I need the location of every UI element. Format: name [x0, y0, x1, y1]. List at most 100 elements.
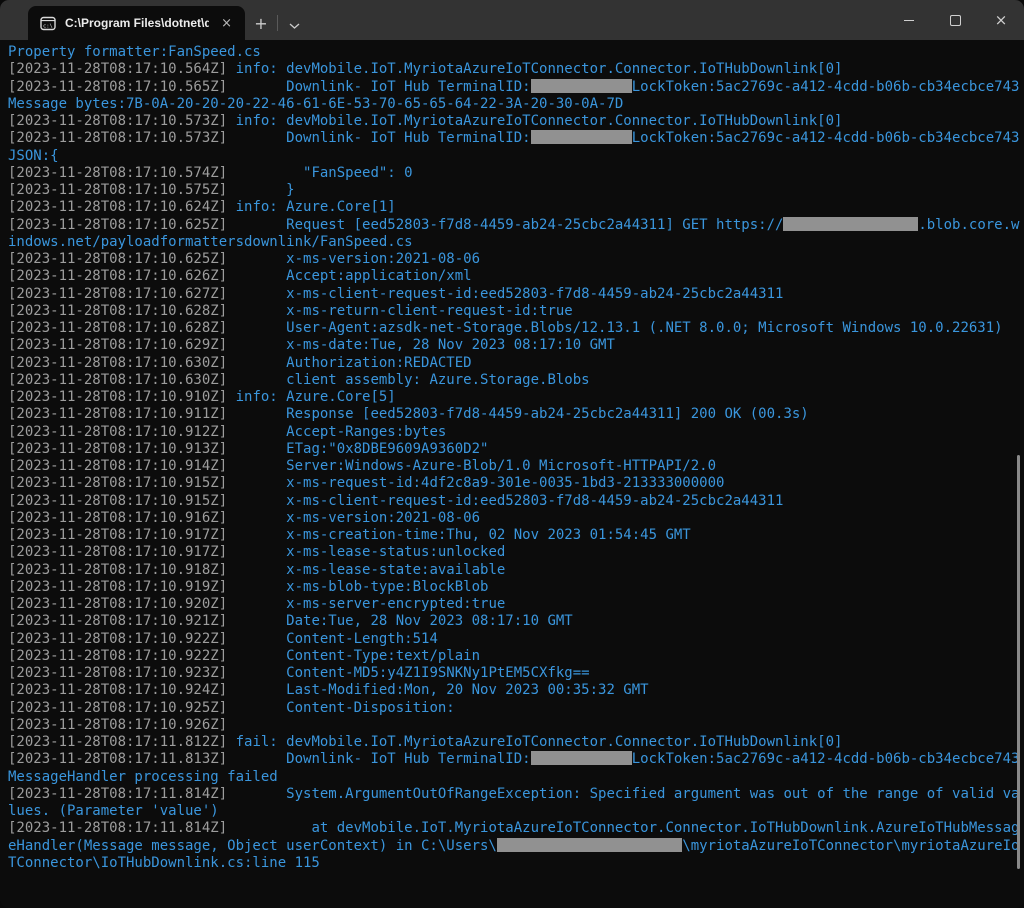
log-timestamp: [2023-11-28T08:17:10.916Z]	[8, 510, 227, 526]
log-timestamp: [2023-11-28T08:17:10.911Z]	[8, 406, 227, 422]
terminal-line: [2023-11-28T08:17:10.625Z] Request [eed5…	[8, 217, 1024, 234]
log-timestamp: [2023-11-28T08:17:10.910Z]	[8, 389, 227, 405]
terminal-line: [2023-11-28T08:17:10.915Z] x-ms-client-r…	[8, 493, 1024, 510]
log-timestamp: [2023-11-28T08:17:10.624Z]	[8, 199, 227, 215]
caption-buttons: ×	[886, 0, 1024, 40]
log-timestamp: [2023-11-28T08:17:10.626Z]	[8, 268, 227, 284]
terminal-window: c:\ C:\Program Files\dotnet\dotn × + × P…	[0, 0, 1024, 908]
terminal-line: [2023-11-28T08:17:10.630Z] Authorization…	[8, 355, 1024, 372]
log-timestamp: [2023-11-28T08:17:10.564Z]	[8, 61, 227, 77]
log-timestamp: [2023-11-28T08:17:10.912Z]	[8, 424, 227, 440]
terminal-line: [2023-11-28T08:17:11.814Z] System.Argume…	[8, 786, 1024, 803]
log-text: Response [eed52803-f7d8-4459-ab24-25cbc2…	[227, 406, 809, 422]
terminal-line: [2023-11-28T08:17:10.922Z] Content-Type:…	[8, 648, 1024, 665]
log-timestamp: [2023-11-28T08:17:10.915Z]	[8, 475, 227, 491]
log-text: eHandler(Message message, Object userCon…	[8, 838, 497, 854]
terminal-line: [2023-11-28T08:17:10.921Z] Date:Tue, 28 …	[8, 613, 1024, 630]
log-text: info: Azure.Core[1]	[227, 199, 396, 215]
terminal-line: Property formatter:FanSpeed.cs	[8, 44, 1024, 61]
log-timestamp: [2023-11-28T08:17:11.814Z]	[8, 786, 227, 802]
log-text: Message bytes:7B-0A-20-20-20-22-46-61-6E…	[8, 96, 623, 112]
scrollbar-thumb[interactable]	[1017, 455, 1020, 869]
log-text: Content-Type:text/plain	[227, 648, 480, 664]
maximize-button[interactable]	[932, 0, 978, 40]
log-text: JSON:{	[8, 148, 59, 164]
log-text: at devMobile.IoT.MyriotaAzureIoTConnecto…	[227, 820, 1019, 836]
titlebar[interactable]: c:\ C:\Program Files\dotnet\dotn × + ×	[0, 0, 1024, 40]
log-text: Downlink- IoT Hub TerminalID:	[227, 751, 530, 767]
log-timestamp: [2023-11-28T08:17:10.921Z]	[8, 613, 227, 629]
terminal-line: [2023-11-28T08:17:10.628Z] x-ms-return-c…	[8, 303, 1024, 320]
log-timestamp: [2023-11-28T08:17:11.812Z]	[8, 734, 227, 750]
maximize-icon	[950, 15, 961, 26]
log-text: System.ArgumentOutOfRangeException: Spec…	[227, 786, 1019, 802]
log-text: Downlink- IoT Hub TerminalID:	[227, 130, 530, 146]
log-text: x-ms-return-client-request-id:true	[227, 303, 573, 319]
log-text: x-ms-server-encrypted:true	[227, 596, 505, 612]
terminal-line: [2023-11-28T08:17:10.575Z] }	[8, 182, 1024, 199]
terminal-line: JSON:{	[8, 148, 1024, 165]
terminal-line: [2023-11-28T08:17:10.626Z] Accept:applic…	[8, 268, 1024, 285]
terminal-line: [2023-11-28T08:17:10.624Z] info: Azure.C…	[8, 199, 1024, 216]
log-text: }	[227, 182, 294, 198]
terminal-line: [2023-11-28T08:17:10.627Z] x-ms-client-r…	[8, 286, 1024, 303]
log-timestamp: [2023-11-28T08:17:10.573Z]	[8, 113, 227, 129]
tab-close-icon[interactable]: ×	[218, 16, 235, 31]
log-timestamp: [2023-11-28T08:17:10.915Z]	[8, 493, 227, 509]
log-timestamp: [2023-11-28T08:17:10.565Z]	[8, 79, 227, 95]
new-tab-button[interactable]: +	[245, 6, 277, 40]
terminal-line: [2023-11-28T08:17:10.911Z] Response [eed…	[8, 406, 1024, 423]
log-text: User-Agent:azsdk-net-Storage.Blobs/12.13…	[227, 320, 1002, 336]
terminal-line: [2023-11-28T08:17:11.812Z] fail: devMobi…	[8, 734, 1024, 751]
log-text: Server:Windows-Azure-Blob/1.0 Microsoft-…	[227, 458, 716, 474]
log-text: x-ms-request-id:4df2c8a9-301e-0035-1bd3-…	[227, 475, 724, 491]
log-text: Content-MD5:y4Z1I9SNKNy1PtEM5CXfkg==	[227, 665, 589, 681]
redaction-box	[531, 130, 632, 144]
terminal-viewport[interactable]: Property formatter:FanSpeed.cs[2023-11-2…	[0, 40, 1024, 908]
log-text: x-ms-blob-type:BlockBlob	[227, 579, 488, 595]
close-icon: ×	[995, 13, 1008, 28]
log-timestamp: [2023-11-28T08:17:11.813Z]	[8, 751, 227, 767]
log-timestamp: [2023-11-28T08:17:10.627Z]	[8, 286, 227, 302]
terminal-line: eHandler(Message message, Object userCon…	[8, 838, 1024, 855]
log-text: info: devMobile.IoT.MyriotaAzureIoTConne…	[227, 113, 842, 129]
log-text: info: Azure.Core[5]	[227, 389, 396, 405]
log-timestamp: [2023-11-28T08:17:10.919Z]	[8, 579, 227, 595]
terminal-line: [2023-11-28T08:17:11.814Z] at devMobile.…	[8, 820, 1024, 837]
log-text: info: devMobile.IoT.MyriotaAzureIoTConne…	[227, 61, 842, 77]
log-timestamp: [2023-11-28T08:17:10.625Z]	[8, 217, 227, 233]
log-timestamp: [2023-11-28T08:17:10.917Z]	[8, 544, 227, 560]
terminal-line: [2023-11-28T08:17:10.628Z] User-Agent:az…	[8, 320, 1024, 337]
log-text: \myriotaAzureIoTConnector\myriotaAzureIo	[682, 838, 1019, 854]
terminal-line: [2023-11-28T08:17:10.573Z] info: devMobi…	[8, 113, 1024, 130]
minimize-button[interactable]	[886, 0, 932, 40]
terminal-line: [2023-11-28T08:17:10.918Z] x-ms-lease-st…	[8, 562, 1024, 579]
terminal-line: [2023-11-28T08:17:10.912Z] Accept-Ranges…	[8, 424, 1024, 441]
log-timestamp: [2023-11-28T08:17:10.625Z]	[8, 251, 227, 267]
terminal-line: [2023-11-28T08:17:10.917Z] x-ms-lease-st…	[8, 544, 1024, 561]
tab-dotnet[interactable]: c:\ C:\Program Files\dotnet\dotn ×	[28, 6, 245, 40]
terminal-line: [2023-11-28T08:17:11.813Z] Downlink- IoT…	[8, 751, 1024, 768]
log-text: LockToken:5ac2769c-a412-4cdd-b06b-cb34ec…	[632, 751, 1020, 767]
log-text: lues. (Parameter 'value')	[8, 803, 219, 819]
log-timestamp: [2023-11-28T08:17:10.573Z]	[8, 130, 227, 146]
log-text: Last-Modified:Mon, 20 Nov 2023 00:35:32 …	[227, 682, 648, 698]
tab-dropdown-button[interactable]	[278, 6, 310, 40]
log-timestamp: [2023-11-28T08:17:10.920Z]	[8, 596, 227, 612]
terminal-line: [2023-11-28T08:17:10.926Z]	[8, 717, 1024, 734]
log-timestamp: [2023-11-28T08:17:10.925Z]	[8, 700, 227, 716]
log-timestamp: [2023-11-28T08:17:10.922Z]	[8, 631, 227, 647]
log-text: x-ms-client-request-id:eed52803-f7d8-445…	[227, 286, 783, 302]
terminal-line: [2023-11-28T08:17:10.916Z] x-ms-version:…	[8, 510, 1024, 527]
log-text: Date:Tue, 28 Nov 2023 08:17:10 GMT	[227, 613, 573, 629]
log-timestamp: [2023-11-28T08:17:10.628Z]	[8, 320, 227, 336]
terminal-line: [2023-11-28T08:17:10.629Z] x-ms-date:Tue…	[8, 337, 1024, 354]
log-text: LockToken:5ac2769c-a412-4cdd-b06b-cb34ec…	[632, 79, 1020, 95]
terminal-line: [2023-11-28T08:17:10.917Z] x-ms-creation…	[8, 527, 1024, 544]
close-button[interactable]: ×	[978, 0, 1024, 40]
log-text: client assembly: Azure.Storage.Blobs	[227, 372, 589, 388]
log-text: TConnector\IoTHubDownlink.cs:line 115	[8, 855, 320, 871]
log-text: indows.net/payloadformattersdownlink/Fan…	[8, 234, 413, 250]
log-timestamp: [2023-11-28T08:17:10.629Z]	[8, 337, 227, 353]
log-text: Authorization:REDACTED	[227, 355, 471, 371]
